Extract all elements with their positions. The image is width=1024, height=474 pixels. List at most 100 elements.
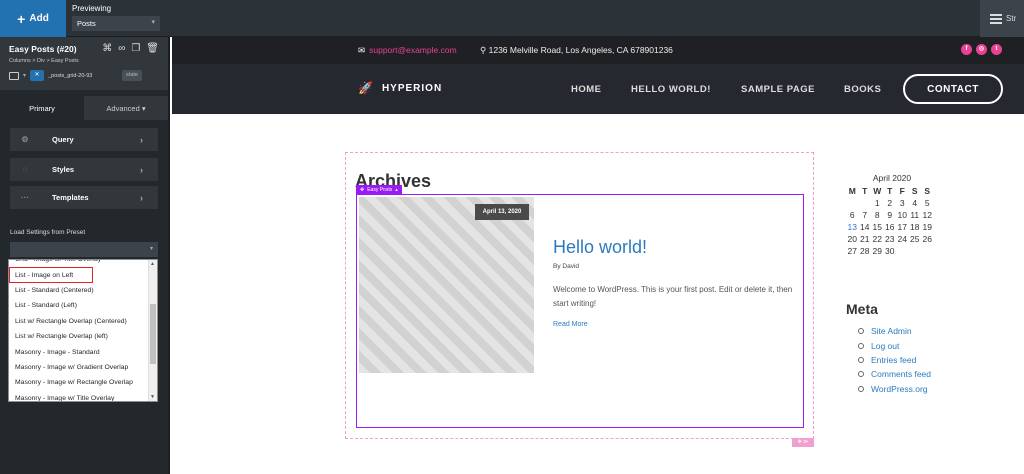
preset-option[interactable]: List - Standard (Centered) [9,283,149,298]
calendar-day [859,198,872,210]
preset-option[interactable]: Masonry - Image w/ Title Overlay [9,391,149,401]
calendar-day [896,246,909,258]
preset-option[interactable]: List w/ Rectangle Overlap (Centered) [9,314,149,329]
previewing-select[interactable]: Posts ▾ [72,16,160,31]
section-query[interactable]: ⚙ Query › [10,128,158,151]
site-navbar: 🚀 HYPERION HOME HELLO WORLD! SAMPLE PAGE … [172,64,1024,114]
address: ⚲ 1236 Melville Road, Los Angeles, CA 67… [480,45,673,55]
element-badge[interactable]: ✥ Easy Posts ▴ [356,185,402,194]
meta-link-log-out[interactable]: Log out [858,338,931,352]
plus-icon: + [17,10,26,27]
site-logo[interactable]: 🚀 HYPERION [358,81,442,95]
preset-select[interactable]: ▾ [10,242,158,257]
chevron-right-icon: › [140,192,143,203]
meta-link-wordpress-org[interactable]: WordPress.org [858,382,931,396]
nav-books[interactable]: BOOKS [844,84,881,95]
calendar-day: 21 [860,234,870,244]
preset-option[interactable]: List - Standard (Left) [9,298,149,313]
calendar-week: 20 21 22 23 24 25 26 [846,234,946,246]
meta-link-comments-feed[interactable]: Comments feed [858,367,931,381]
calendar-weekday: T [862,186,868,196]
class-name[interactable]: _posts_grid-20-93 [48,73,118,79]
section-styles[interactable]: ◌ Styles › [10,158,158,181]
breadcrumb[interactable]: Columns > Div > Easy Posts [9,58,79,64]
chevron-down-icon[interactable]: ▾ [23,72,26,79]
post-byline: By David [553,263,580,270]
resize-handle[interactable]: ✥ ≫ [792,438,814,447]
preset-option[interactable]: List w/ Rectangle Overlap (left) [9,329,149,344]
nav-hello-world[interactable]: HELLO WORLD! [631,84,711,95]
meta-link-site-admin[interactable]: Site Admin [858,324,931,338]
scroll-down-icon[interactable]: ▼ [150,394,155,400]
structure-button[interactable]: Str [980,0,1024,37]
nav-sample-page[interactable]: SAMPLE PAGE [741,84,815,95]
preset-option[interactable]: Grid - Image w/ Title Overlay [9,260,149,267]
instagram-icon[interactable]: ◎ [976,44,987,55]
calendar-day: 24 [897,234,907,244]
calendar-day [846,198,859,210]
site-topbar: ✉ support@example.com ⚲ 1236 Melville Roa… [172,37,1024,64]
calendar-weekday: S [924,186,931,196]
calendar-day: 9 [887,210,893,220]
calendar-day: 30 [885,246,895,256]
calendar-day: 5 [924,198,930,208]
post-image-placeholder[interactable] [359,197,534,373]
meta-heading: Meta [846,301,878,317]
tab-advanced[interactable]: Advanced ▾ [84,96,168,120]
link-icon[interactable]: ∞ [118,43,125,54]
calendar-weekday: M [848,186,856,196]
calendar-day: 18 [910,222,920,232]
calendar-day: 19 [922,222,932,232]
scrollbar-thumb[interactable] [150,304,156,364]
preset-option[interactable]: Masonry - Image w/ Rectangle Overlap [9,375,149,390]
chevron-right-icon: › [140,134,143,145]
nav-home[interactable]: HOME [571,84,602,95]
state-button[interactable]: state [122,70,143,81]
move-icon: ✥ [360,186,365,193]
properties-panel: Easy Posts (#20) Columns > Div > Easy Po… [0,37,168,474]
trash-icon[interactable]: 🗑 [146,43,159,54]
tab-primary[interactable]: Primary [0,96,84,120]
panel-tabs: Primary Advanced ▾ [0,96,168,120]
calendar-day: 20 [847,234,857,244]
preset-option[interactable]: Masonry - Image w/ Gradient Overlap [9,360,149,375]
chevron-down-icon: ▾ [151,19,155,26]
calendar-day: 1 [874,198,880,208]
calendar-day: 2 [887,198,893,208]
calendar-day: 15 [872,222,882,232]
preset-option-highlighted[interactable]: List - Image on Left [9,267,93,283]
preset-dropdown: Grid - Image w/ Title Overlay List - Ima… [8,259,158,402]
scroll-up-icon[interactable]: ▲ [150,261,155,267]
calendar-day: 7 [862,210,868,220]
meta-links: Site Admin Log out Entries feed Comments… [858,324,931,396]
post-date-badge: April 13, 2020 [475,204,529,220]
dropdown-scrollbar[interactable]: ▲ ▼ [148,260,157,401]
tree-icon[interactable]: ⌘ [102,43,112,54]
class-tag-icon[interactable]: ✕ [30,70,45,81]
email-link[interactable]: ✉ support@example.com [358,45,457,56]
contact-button[interactable]: CONTACT [903,74,1003,104]
calendar-week: 13 14 15 16 17 18 19 [846,222,946,234]
add-button[interactable]: + Add [0,0,66,37]
copy-icon[interactable]: ❐ [131,43,140,54]
section-templates[interactable]: ··· Templates › [10,186,158,209]
previewing-label: Previewing [72,4,112,13]
desktop-icon[interactable] [9,71,19,80]
calendar-day: 26 [922,234,932,244]
twitter-icon[interactable]: t [991,44,1002,55]
post-title[interactable]: Hello world! [553,237,647,258]
preset-option[interactable]: Masonry - Image - Standard [9,344,149,359]
read-more-link[interactable]: Read More [553,321,588,328]
calendar-day: 12 [922,210,932,220]
calendar-day: 14 [860,222,870,232]
calendar-day: 11 [910,210,920,220]
calendar-weekday: F [899,186,905,196]
meta-link-entries-feed[interactable]: Entries feed [858,353,931,367]
calendar-day-link[interactable]: 13 [846,222,859,234]
preset-label: Load Settings from Preset [10,229,86,236]
chevron-down-icon: ▾ [141,103,146,113]
post-excerpt: Welcome to WordPress. This is your first… [553,285,793,308]
calendar-day: 28 [860,246,870,256]
facebook-icon[interactable]: f [961,44,972,55]
calendar-day [921,246,934,258]
